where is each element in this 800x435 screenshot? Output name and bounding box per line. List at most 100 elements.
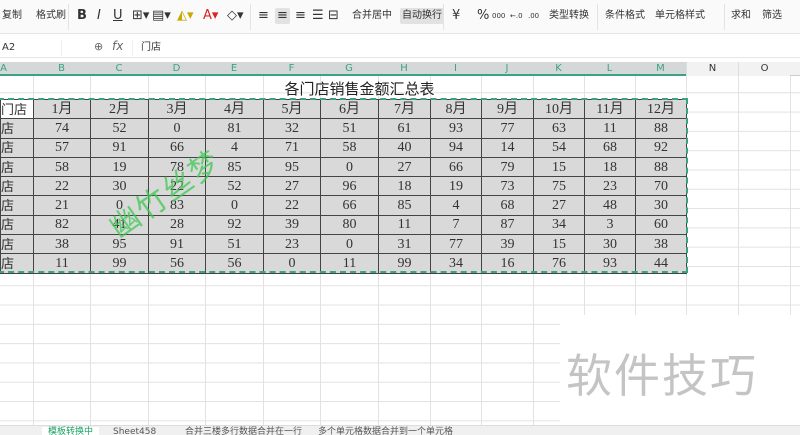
cell[interactable]: 10月	[533, 98, 585, 120]
cell[interactable]: 12月	[635, 98, 687, 120]
cell-style-button[interactable]: 单元格样式	[655, 8, 705, 24]
cell[interactable]: 19	[430, 176, 482, 197]
cell[interactable]: 92	[635, 137, 687, 158]
cell[interactable]: 88	[635, 118, 687, 139]
cell[interactable]: 82	[33, 214, 91, 236]
cell[interactable]: 54	[533, 137, 585, 158]
cell[interactable]: 39	[481, 234, 534, 255]
sheet-tab[interactable]: 合并三楼多行数据合并在一行	[185, 427, 302, 435]
cell[interactable]: 4月	[205, 98, 264, 120]
cell[interactable]: 16	[481, 253, 534, 274]
cell[interactable]: 73	[481, 176, 534, 197]
cell[interactable]: 77	[481, 118, 534, 139]
cell[interactable]: 66	[430, 156, 482, 178]
cell[interactable]: 39	[263, 214, 321, 236]
cell[interactable]: 11	[320, 253, 379, 274]
cell[interactable]: 91	[90, 137, 149, 158]
cell[interactable]: 31	[378, 234, 431, 255]
cell[interactable]: 5月	[263, 98, 321, 120]
fx-icon[interactable]: fx	[112, 39, 123, 53]
cell[interactable]: 77	[430, 234, 482, 255]
format-painter-button[interactable]: 格式刷	[36, 8, 66, 24]
border-icon[interactable]: ⊞▾	[132, 8, 149, 24]
underline-button[interactable]: U	[113, 8, 123, 24]
cell[interactable]: 74	[33, 118, 91, 139]
align-center-icon[interactable]: ≡	[275, 8, 290, 24]
column-header-o[interactable]: O	[738, 62, 790, 76]
cell[interactable]: 87	[481, 214, 534, 236]
clear-format-icon[interactable]: ◇▾	[227, 8, 244, 24]
cell[interactable]: 96	[320, 176, 379, 197]
cell[interactable]: 0	[263, 253, 321, 274]
store-cell[interactable]: 店	[0, 176, 34, 197]
conditional-format-button[interactable]: 条件格式	[605, 8, 645, 24]
cell[interactable]: 44	[635, 253, 687, 274]
cell[interactable]: 61	[378, 118, 431, 139]
column-header-i[interactable]: I	[430, 62, 481, 76]
cell[interactable]: 0	[148, 118, 206, 139]
sheet-tab[interactable]: Sheet458	[113, 427, 156, 435]
cell[interactable]: 15	[533, 156, 585, 178]
cell[interactable]: 68	[481, 195, 534, 216]
cell[interactable]: 9月	[481, 98, 534, 120]
cell[interactable]: 92	[205, 214, 264, 236]
store-cell[interactable]: 店	[0, 137, 34, 158]
cell[interactable]: 14	[481, 137, 534, 158]
cell[interactable]: 1月	[33, 98, 91, 120]
cell[interactable]: 94	[430, 137, 482, 158]
store-cell[interactable]: 店	[0, 253, 34, 274]
column-header-k[interactable]: K	[533, 62, 584, 76]
thousands-button[interactable]: 000	[492, 8, 505, 24]
merge-center-button[interactable]: 合并居中	[352, 8, 392, 24]
cell[interactable]: 27	[263, 176, 321, 197]
cell[interactable]: 3月	[148, 98, 206, 120]
font-color-icon[interactable]: A▾	[203, 8, 218, 24]
currency-button[interactable]: ¥	[452, 8, 460, 24]
cell[interactable]: 51	[205, 234, 264, 255]
filter-button[interactable]: 筛选	[762, 8, 782, 24]
cell[interactable]: 23	[263, 234, 321, 255]
store-cell[interactable]: 门店	[0, 98, 34, 120]
distributed-align-icon[interactable]: ⊟	[328, 8, 339, 24]
cell[interactable]: 93	[584, 253, 636, 274]
cell[interactable]: 38	[33, 234, 91, 255]
cell[interactable]: 19	[90, 156, 149, 178]
cell[interactable]: 15	[533, 234, 585, 255]
zoom-icon[interactable]: ⊕	[94, 40, 103, 53]
store-cell[interactable]: 店	[0, 118, 34, 139]
cell[interactable]: 30	[584, 234, 636, 255]
cell[interactable]: 79	[481, 156, 534, 178]
cell[interactable]: 40	[378, 137, 431, 158]
sheet-tab[interactable]: 多个单元格数据合并到一个单元格	[318, 427, 453, 435]
cell[interactable]: 11	[378, 214, 431, 236]
wrap-text-button[interactable]: 自动换行	[400, 8, 444, 24]
type-convert-button[interactable]: 类型转换	[549, 8, 589, 24]
column-header-b[interactable]: B	[33, 62, 90, 76]
cell[interactable]: 88	[635, 156, 687, 178]
column-header-h[interactable]: H	[378, 62, 430, 76]
align-left-icon[interactable]: ≡	[258, 8, 269, 24]
justify-icon[interactable]: ☰	[312, 8, 324, 24]
cell[interactable]: 76	[533, 253, 585, 274]
cell[interactable]: 68	[584, 137, 636, 158]
name-box[interactable]: A2	[0, 40, 62, 56]
align-right-icon[interactable]: ≡	[295, 8, 306, 24]
cell[interactable]: 70	[635, 176, 687, 197]
cell[interactable]: 0	[320, 234, 379, 255]
cell[interactable]: 57	[33, 137, 91, 158]
cell[interactable]: 4	[430, 195, 482, 216]
italic-button[interactable]: I	[97, 8, 101, 24]
cell[interactable]: 56	[205, 253, 264, 274]
column-header-c[interactable]: C	[90, 62, 148, 76]
store-cell[interactable]: 店	[0, 156, 34, 178]
column-header-e[interactable]: E	[205, 62, 263, 76]
column-header-d[interactable]: D	[148, 62, 205, 76]
cell[interactable]: 21	[33, 195, 91, 216]
cell[interactable]: 75	[533, 176, 585, 197]
cell[interactable]: 30	[635, 195, 687, 216]
cell[interactable]: 48	[584, 195, 636, 216]
cell[interactable]: 34	[430, 253, 482, 274]
column-header-g[interactable]: G	[320, 62, 378, 76]
cell[interactable]: 27	[533, 195, 585, 216]
column-header-n[interactable]: N	[686, 62, 738, 76]
